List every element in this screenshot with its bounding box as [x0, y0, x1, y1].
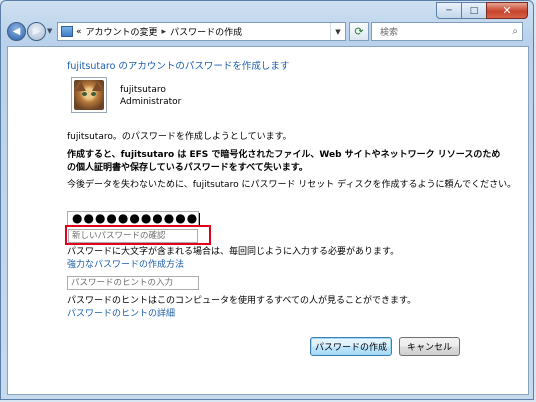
forward-button[interactable]: ▶: [27, 22, 46, 41]
address-bar[interactable]: « アカウントの変更 ▸ パスワードの作成 ▼: [57, 22, 346, 41]
create-password-button[interactable]: パスワードの作成: [310, 337, 392, 356]
highlight-box: [65, 225, 211, 245]
reset-disk-text: 今後データを失わないために、fujitsutaro にパスワード リセット ディ…: [67, 180, 517, 190]
search-box[interactable]: 検索 ⌕: [371, 22, 523, 41]
search-icon[interactable]: ⌕: [512, 26, 518, 37]
control-panel-icon: [61, 26, 73, 37]
minimize-button[interactable]: ─: [436, 2, 462, 19]
hint-details-link[interactable]: パスワードのヒントの詳細: [67, 306, 175, 319]
recent-pages-dropdown[interactable]: ▼: [47, 27, 52, 35]
cancel-button[interactable]: キャンセル: [399, 337, 460, 356]
password-hint-field[interactable]: パスワードのヒントの入力: [67, 276, 199, 290]
user-name: fujitsutaro: [120, 85, 166, 95]
refresh-icon: ⟳: [354, 25, 364, 38]
navigation-bar: ◀ ▶ ▼ « アカウントの変更 ▸ パスワードの作成 ▼ ⟳ 検索 ⌕: [7, 21, 527, 43]
close-button[interactable]: ✕: [486, 2, 528, 19]
password-hint-placeholder: パスワードのヒントの入力: [71, 278, 174, 288]
minimize-icon: ─: [446, 5, 452, 16]
user-role: Administrator: [120, 97, 182, 107]
control-panel-window: ─ □ ✕ ◀ ▶ ▼ « アカウントの変更 ▸ パスワードの作成 ▼ ⟳ 検索…: [0, 0, 534, 400]
close-icon: ✕: [502, 4, 512, 17]
breadcrumb-item-account-change[interactable]: アカウントの変更: [86, 25, 158, 38]
forward-arrow-icon: ▶: [32, 26, 41, 37]
intro-text: fujitsutaro。のパスワードを作成しようとしています。: [67, 132, 292, 142]
back-button[interactable]: ◀: [7, 22, 26, 41]
warning-text: 作成すると、fujitsutaro は EFS で暗号化されたファイル、Web …: [67, 150, 501, 173]
refresh-button[interactable]: ⟳: [349, 22, 369, 41]
user-avatar: [71, 77, 107, 113]
case-sensitivity-text: パスワードに大文字が含まれる場合は、毎回同じように入力する必要があります。: [67, 247, 400, 257]
breadcrumb-item-create-password[interactable]: パスワードの作成: [170, 25, 242, 38]
breadcrumb-prefix[interactable]: «: [76, 27, 82, 37]
caption-buttons: ─ □ ✕: [436, 2, 528, 19]
page-title: fujitsutaro のアカウントのパスワードを作成します: [67, 61, 290, 72]
cat-picture-icon: [74, 80, 104, 110]
new-password-value: ●●●●●●●●●●●: [72, 211, 199, 225]
search-placeholder: 検索: [380, 28, 399, 38]
breadcrumb-separator-icon[interactable]: ▸: [162, 27, 167, 37]
address-dropdown[interactable]: ▼: [330, 23, 345, 40]
maximize-icon: □: [469, 5, 479, 16]
maximize-button[interactable]: □: [461, 2, 487, 19]
hint-visibility-text: パスワードのヒントはこのコンピュータを使用するすべての人が見ることができます。: [67, 296, 417, 306]
content-pane: fujitsutaro のアカウントのパスワードを作成します fujitsuta…: [7, 46, 529, 395]
back-arrow-icon: ◀: [12, 26, 21, 37]
strong-password-link[interactable]: 強力なパスワードの作成方法: [67, 257, 184, 270]
